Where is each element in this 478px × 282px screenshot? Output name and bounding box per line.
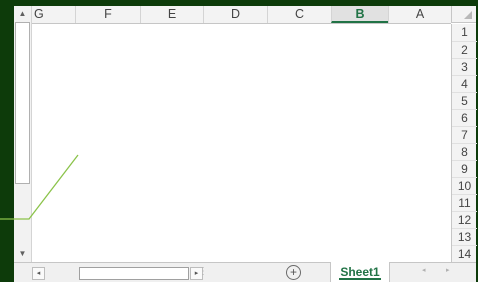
annotation-polyline <box>0 154 79 220</box>
annotation-line <box>0 154 79 220</box>
